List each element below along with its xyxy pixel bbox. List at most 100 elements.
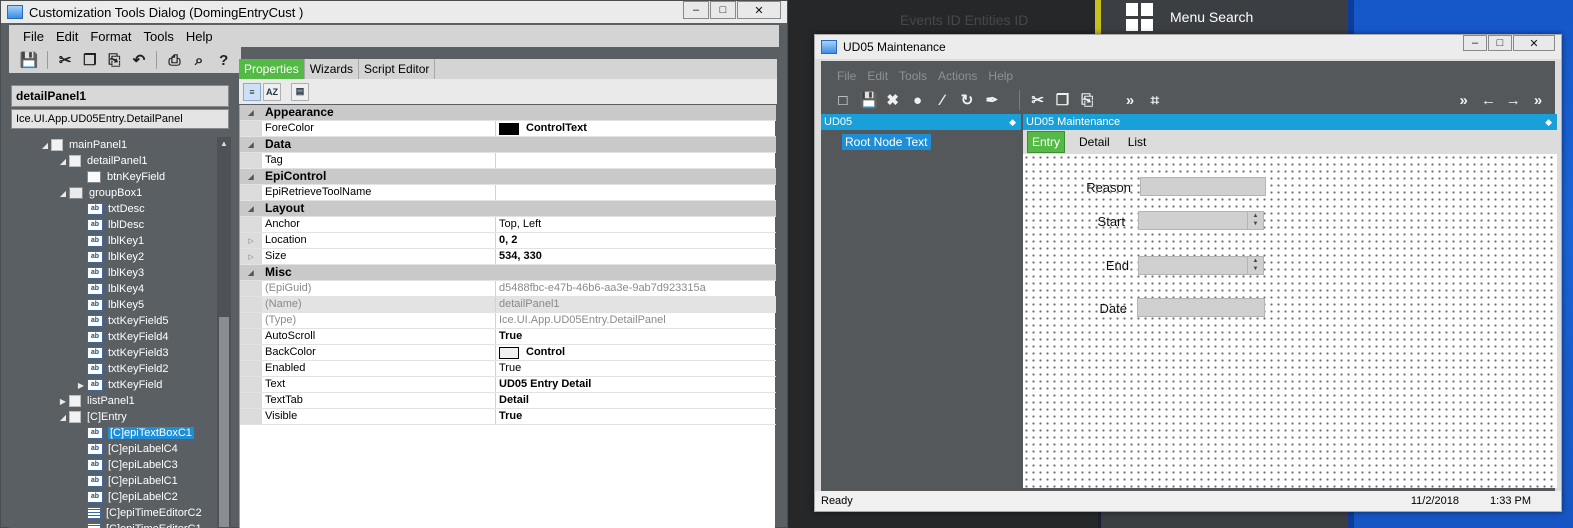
print-preview-icon[interactable]: ⌕	[192, 52, 207, 69]
property-value[interactable]: detailPanel1	[496, 297, 776, 312]
property-value[interactable]: Detail	[496, 393, 776, 408]
tree-node[interactable]: ab txtKeyField5	[75, 313, 169, 329]
end-time-editor[interactable]: ▲ ▼	[1138, 256, 1264, 275]
minimize-button[interactable]: –	[683, 1, 709, 19]
refresh-icon[interactable]: ↻	[959, 91, 975, 109]
property-value[interactable]: Ice.UI.App.UD05Entry.DetailPanel	[496, 313, 776, 328]
tree-node[interactable]: ab lblDesc	[75, 217, 144, 233]
menu-actions[interactable]: Actions	[938, 69, 977, 83]
property-row[interactable]: Tag	[240, 153, 776, 169]
cut-icon[interactable]: ✂	[58, 52, 73, 69]
categorized-icon[interactable]: ≡	[243, 82, 261, 101]
menu-file[interactable]: File	[837, 69, 856, 83]
tree-node[interactable]: [C]epiTimeEditorC2	[75, 505, 202, 521]
tree-node[interactable]: ◢ groupBox1	[57, 185, 142, 201]
clear-icon[interactable]: ✒	[984, 91, 1000, 109]
menu-edit[interactable]: Edit	[56, 29, 78, 44]
tab-entry[interactable]: Entry	[1027, 131, 1066, 153]
overflow-icon[interactable]: »	[1456, 92, 1472, 109]
tree-node[interactable]: ab txtKeyField2	[75, 361, 169, 377]
alphabetical-icon[interactable]: AZ	[263, 82, 281, 101]
tree-node[interactable]: ab [C]epiLabelC3	[75, 457, 178, 473]
menu-help[interactable]: Help	[186, 29, 213, 44]
overflow-icon[interactable]: »	[1530, 92, 1546, 109]
property-value[interactable]: d5488fbc-e47b-46b6-aa3e-9ab7d923315a	[496, 281, 776, 296]
property-row[interactable]: Visible True	[240, 409, 776, 425]
print-icon[interactable]: ⎙	[167, 52, 182, 69]
property-row[interactable]: ▷ Location 0, 2	[240, 233, 776, 249]
tree-node[interactable]: ab lblKey4	[75, 281, 144, 297]
collapse-arrow-icon[interactable]: ◢	[57, 189, 69, 198]
property-value[interactable]: Control	[496, 345, 776, 360]
new-icon[interactable]: □	[835, 92, 851, 109]
tab-detail[interactable]: Detail	[1075, 132, 1114, 152]
help-icon[interactable]: ?	[216, 52, 231, 69]
property-pages-icon[interactable]: ▤	[291, 82, 309, 101]
property-row[interactable]: ▷ Size 534, 330	[240, 249, 776, 265]
collapse-arrow-icon[interactable]: ◢	[240, 265, 262, 280]
scroll-up-icon[interactable]: ▲	[217, 137, 231, 151]
tree-node[interactable]: ab [C]epiLabelC4	[75, 441, 178, 457]
collapse-arrow-icon[interactable]: ◢	[240, 201, 262, 216]
property-value[interactable]: True	[496, 329, 776, 344]
maximize-button[interactable]: □	[710, 1, 736, 19]
property-row[interactable]: Anchor Top, Left	[240, 217, 776, 233]
cut-icon[interactable]: ✂	[1030, 91, 1046, 109]
tree-node[interactable]: ▶ ab txtKeyField	[75, 377, 162, 393]
root-node[interactable]: Root Node Text	[842, 134, 931, 150]
close-button[interactable]: ✕	[1513, 35, 1555, 51]
menu-help[interactable]: Help	[988, 69, 1013, 83]
undo-icon[interactable]: ↶	[132, 52, 147, 69]
tree-node[interactable]: ◢ mainPanel1	[39, 137, 127, 153]
overflow-icon[interactable]: »	[1122, 92, 1138, 109]
property-value[interactable]: ControlText	[496, 121, 776, 136]
expand-arrow-icon[interactable]: ▷	[240, 249, 262, 264]
menu-search-tile[interactable]: Menu Search	[1126, 3, 1253, 31]
collapse-arrow-icon[interactable]: ◢	[57, 413, 69, 422]
collapse-arrow-icon[interactable]: ◢	[57, 157, 69, 166]
copy-icon[interactable]: ❐	[1055, 91, 1071, 109]
ud-titlebar[interactable]: UD05 Maintenance – □ ✕	[815, 35, 1561, 59]
property-row[interactable]: Text UD05 Entry Detail	[240, 377, 776, 393]
scroll-thumb[interactable]	[219, 317, 229, 527]
menu-tools[interactable]: Tools	[144, 29, 174, 44]
property-row[interactable]: TextTab Detail	[240, 393, 776, 409]
property-category[interactable]: ◢ Misc	[240, 265, 776, 281]
property-row[interactable]: EpiRetrieveToolName	[240, 185, 776, 201]
menu-edit[interactable]: Edit	[867, 69, 888, 83]
back-icon[interactable]: ←	[1481, 92, 1497, 109]
tab-properties[interactable]: Properties	[239, 59, 305, 79]
property-category[interactable]: ◢ Appearance	[240, 105, 776, 121]
expand-arrow-icon[interactable]: ▷	[240, 233, 262, 248]
maximize-button[interactable]: □	[1488, 35, 1512, 51]
tree-node[interactable]: ab [C]epiLabelC2	[75, 489, 178, 505]
tree-node[interactable]: ab txtDesc	[75, 201, 145, 217]
property-row[interactable]: ForeColor ControlText	[240, 121, 776, 137]
property-row[interactable]: (EpiGuid) d5488fbc-e47b-46b6-aa3e-9ab7d92…	[240, 281, 776, 297]
minimize-button[interactable]: –	[1463, 35, 1487, 51]
tree-scrollbar[interactable]: ▲	[217, 137, 231, 528]
menu-format[interactable]: Format	[90, 29, 131, 44]
forward-icon[interactable]: →	[1505, 92, 1521, 109]
tree-node[interactable]: [C]epiTimeEditorC1	[75, 521, 202, 528]
expand-arrow-icon[interactable]: ▶	[75, 381, 87, 390]
property-value[interactable]: Top, Left	[496, 217, 776, 232]
comment-icon[interactable]: ●	[910, 92, 926, 109]
property-value[interactable]: 0, 2	[496, 233, 776, 248]
menu-file[interactable]: File	[23, 29, 44, 44]
tab-list[interactable]: List	[1124, 132, 1151, 152]
search-icon[interactable]: ⌗	[1147, 92, 1163, 109]
start-time-editor[interactable]: ▲ ▼	[1138, 211, 1264, 230]
tree-node[interactable]: ab [C]epiLabelC1	[75, 473, 178, 489]
property-value[interactable]	[496, 153, 776, 168]
close-button[interactable]: ✕	[737, 1, 781, 19]
property-category[interactable]: ◢ EpiControl	[240, 169, 776, 185]
delete-icon[interactable]: ✖	[885, 91, 901, 109]
save-icon[interactable]: 💾	[860, 91, 879, 109]
date-field[interactable]	[1137, 298, 1265, 317]
collapse-arrow-icon[interactable]: ◢	[240, 169, 262, 184]
property-category[interactable]: ◢ Data	[240, 137, 776, 153]
paste-icon[interactable]: ⎘	[1079, 92, 1095, 109]
spinner-icon[interactable]: ▲ ▼	[1247, 212, 1263, 229]
menu-tools[interactable]: Tools	[899, 69, 927, 83]
